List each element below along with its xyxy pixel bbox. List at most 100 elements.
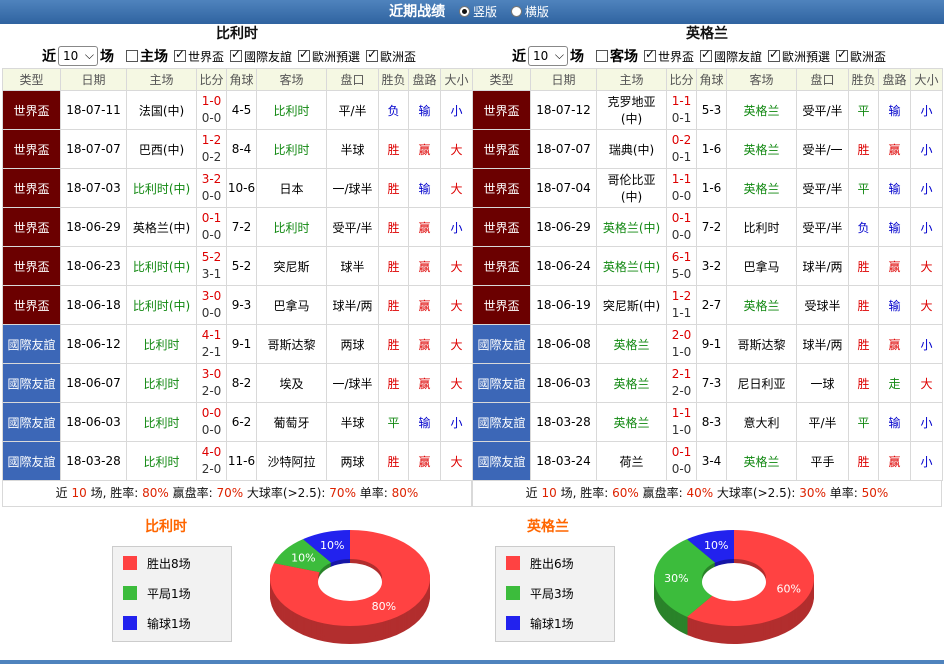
- score[interactable]: 0-1 0-0: [666, 441, 697, 481]
- score[interactable]: 3-2 0-0: [196, 168, 227, 208]
- home-team[interactable]: 比利时(中): [126, 246, 197, 286]
- column-header[interactable]: 角球: [696, 68, 727, 91]
- score[interactable]: 6-1 5-0: [666, 246, 697, 286]
- competition-type[interactable]: 世界盃: [472, 285, 531, 325]
- competition-type[interactable]: 世界盃: [472, 168, 531, 208]
- vertical-view-radio[interactable]: [458, 6, 470, 17]
- competition-type[interactable]: 世界盃: [472, 90, 531, 130]
- column-header[interactable]: 客场: [256, 68, 327, 91]
- competition-type[interactable]: 世界盃: [2, 246, 61, 286]
- away-team[interactable]: 比利时: [256, 129, 327, 169]
- away-euro-checkbox[interactable]: [836, 47, 849, 62]
- away-team[interactable]: 比利时: [256, 90, 327, 130]
- away-team[interactable]: 比利时: [726, 207, 797, 247]
- competition-type[interactable]: 世界盃: [2, 207, 61, 247]
- away-team[interactable]: 英格兰: [726, 90, 797, 130]
- score[interactable]: 2-0 1-0: [666, 324, 697, 364]
- score[interactable]: 5-2 3-1: [196, 246, 227, 286]
- score[interactable]: 0-0 0-0: [196, 402, 227, 442]
- home-team[interactable]: 比利时: [126, 441, 197, 481]
- home-euroqual-checkbox[interactable]: [298, 47, 311, 62]
- competition-type[interactable]: 國際友誼: [2, 363, 61, 403]
- column-header[interactable]: 客场: [726, 68, 797, 91]
- competition-type[interactable]: 世界盃: [472, 129, 531, 169]
- home-team[interactable]: 英格兰(中): [596, 246, 667, 286]
- away-team[interactable]: 英格兰: [726, 168, 797, 208]
- home-team[interactable]: 瑞典(中): [596, 129, 667, 169]
- home-count-select[interactable]: 10: [58, 46, 98, 66]
- competition-type[interactable]: 國際友誼: [472, 441, 531, 481]
- column-header[interactable]: 角球: [226, 68, 257, 91]
- away-euroqual-checkbox[interactable]: [768, 47, 781, 62]
- score[interactable]: 1-2 1-1: [666, 285, 697, 325]
- home-friendly-checkbox[interactable]: [230, 47, 243, 62]
- score[interactable]: 0-1 0-0: [196, 207, 227, 247]
- home-team[interactable]: 荷兰: [596, 441, 667, 481]
- competition-type[interactable]: 世界盃: [2, 168, 61, 208]
- away-team[interactable]: 日本: [256, 168, 327, 208]
- score[interactable]: 2-1 2-0: [666, 363, 697, 403]
- column-header[interactable]: 比分: [196, 68, 227, 91]
- away-venue-checkbox[interactable]: [596, 50, 608, 62]
- score[interactable]: 1-2 0-2: [196, 129, 227, 169]
- home-worldcup-checkbox[interactable]: [174, 47, 186, 62]
- competition-type[interactable]: 國際友誼: [472, 363, 531, 403]
- competition-type[interactable]: 國際友誼: [472, 324, 531, 364]
- column-header[interactable]: 主场: [596, 68, 667, 91]
- home-venue-checkbox[interactable]: [126, 50, 138, 62]
- column-header[interactable]: 类型: [2, 68, 61, 91]
- home-team[interactable]: 比利时: [126, 402, 197, 442]
- horizontal-view-radio[interactable]: [510, 6, 522, 17]
- column-header[interactable]: 主场: [126, 68, 197, 91]
- away-team[interactable]: 英格兰: [726, 285, 797, 325]
- home-team[interactable]: 巴西(中): [126, 129, 197, 169]
- away-team[interactable]: 哥斯达黎: [256, 324, 327, 364]
- away-team[interactable]: 尼日利亚: [726, 363, 797, 403]
- column-header[interactable]: 大小: [910, 68, 943, 91]
- home-team[interactable]: 哥伦比亚(中): [596, 168, 667, 208]
- competition-type[interactable]: 世界盃: [2, 90, 61, 130]
- away-friendly-checkbox[interactable]: [700, 47, 713, 62]
- column-header[interactable]: 日期: [60, 68, 127, 91]
- column-header[interactable]: 胜负: [378, 68, 409, 91]
- score[interactable]: 1-0 0-0: [196, 90, 227, 130]
- away-team[interactable]: 葡萄牙: [256, 402, 327, 442]
- home-team[interactable]: 比利时(中): [126, 168, 197, 208]
- home-team[interactable]: 法国(中): [126, 90, 197, 130]
- competition-type[interactable]: 國際友誼: [2, 402, 61, 442]
- score[interactable]: 0-2 0-1: [666, 129, 697, 169]
- column-header[interactable]: 盘路: [878, 68, 911, 91]
- home-team[interactable]: 突尼斯(中): [596, 285, 667, 325]
- competition-type[interactable]: 世界盃: [472, 207, 531, 247]
- competition-type[interactable]: 世界盃: [472, 246, 531, 286]
- column-header[interactable]: 类型: [472, 68, 531, 91]
- competition-type[interactable]: 國際友誼: [472, 402, 531, 442]
- score[interactable]: 1-1 0-1: [666, 90, 697, 130]
- score[interactable]: 1-1 0-0: [666, 168, 697, 208]
- home-team[interactable]: 克罗地亚(中): [596, 90, 667, 130]
- home-team[interactable]: 比利时: [126, 324, 197, 364]
- home-euro-checkbox[interactable]: [366, 47, 379, 62]
- score[interactable]: 4-0 2-0: [196, 441, 227, 481]
- away-team[interactable]: 巴拿马: [726, 246, 797, 286]
- competition-type[interactable]: 世界盃: [2, 129, 61, 169]
- away-count-select[interactable]: 10: [528, 46, 568, 66]
- score[interactable]: 1-1 1-0: [666, 402, 697, 442]
- home-team[interactable]: 英格兰(中): [126, 207, 197, 247]
- competition-type[interactable]: 世界盃: [2, 285, 61, 325]
- score[interactable]: 3-0 2-0: [196, 363, 227, 403]
- away-team[interactable]: 突尼斯: [256, 246, 327, 286]
- away-team[interactable]: 英格兰: [726, 129, 797, 169]
- away-team[interactable]: 比利时: [256, 207, 327, 247]
- home-team[interactable]: 英格兰(中): [596, 207, 667, 247]
- away-worldcup-checkbox[interactable]: [644, 47, 656, 62]
- score[interactable]: 3-0 0-0: [196, 285, 227, 325]
- column-header[interactable]: 盘路: [408, 68, 441, 91]
- away-team[interactable]: 英格兰: [726, 441, 797, 481]
- home-team[interactable]: 比利时(中): [126, 285, 197, 325]
- score[interactable]: 0-1 0-0: [666, 207, 697, 247]
- column-header[interactable]: 日期: [530, 68, 597, 91]
- column-header[interactable]: 盘口: [796, 68, 849, 91]
- away-team[interactable]: 巴拿马: [256, 285, 327, 325]
- score[interactable]: 4-1 2-1: [196, 324, 227, 364]
